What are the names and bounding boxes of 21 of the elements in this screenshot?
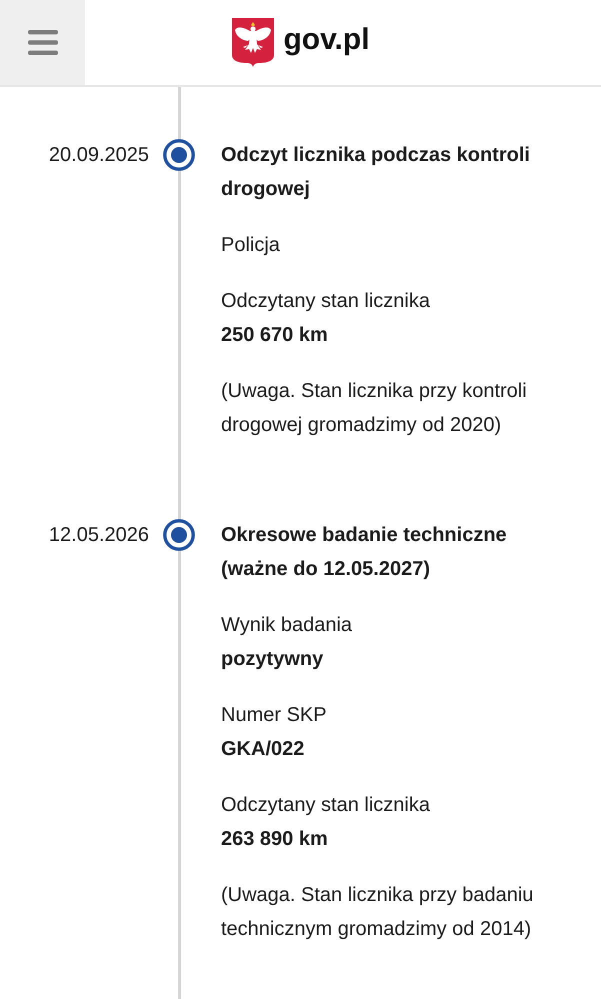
field-label: Odczytany stan licznika — [221, 793, 430, 818]
field-label: Odczytany stan licznika — [221, 289, 430, 314]
eagle-emblem-icon — [231, 16, 276, 66]
detail-text: Policja — [221, 233, 281, 258]
site-name[interactable]: gov.pl — [283, 22, 370, 62]
event-title: Odczyt licznika podczas kontroli drogowej — [221, 143, 531, 202]
event-date: 20.09.2025 — [48, 143, 149, 168]
field-value: pozytywny — [221, 647, 324, 672]
timeline-marker-icon — [163, 519, 195, 551]
field-label: Wynik badania — [221, 613, 352, 638]
menu-icon — [28, 30, 58, 55]
field-label: Numer SKP — [221, 703, 327, 728]
field-value: GKA/022 — [221, 737, 304, 762]
event-title: Okresowe badanie techniczne (ważne do 12.05.2027) — [221, 523, 508, 582]
field-value: 263 890 km — [221, 827, 328, 852]
detail-text: (Uwaga. Stan licznika przy badaniu technicznym gromadzimy od 2014) — [221, 883, 534, 942]
detail-text: (Uwaga. Stan licznika przy kontroli drogowej gromadzimy od 2020) — [221, 379, 528, 438]
event-date: 12.05.2026 — [48, 523, 149, 548]
field-value: 250 670 km — [221, 323, 328, 348]
menu-button[interactable] — [0, 0, 85, 85]
timeline-marker-icon — [163, 139, 195, 171]
